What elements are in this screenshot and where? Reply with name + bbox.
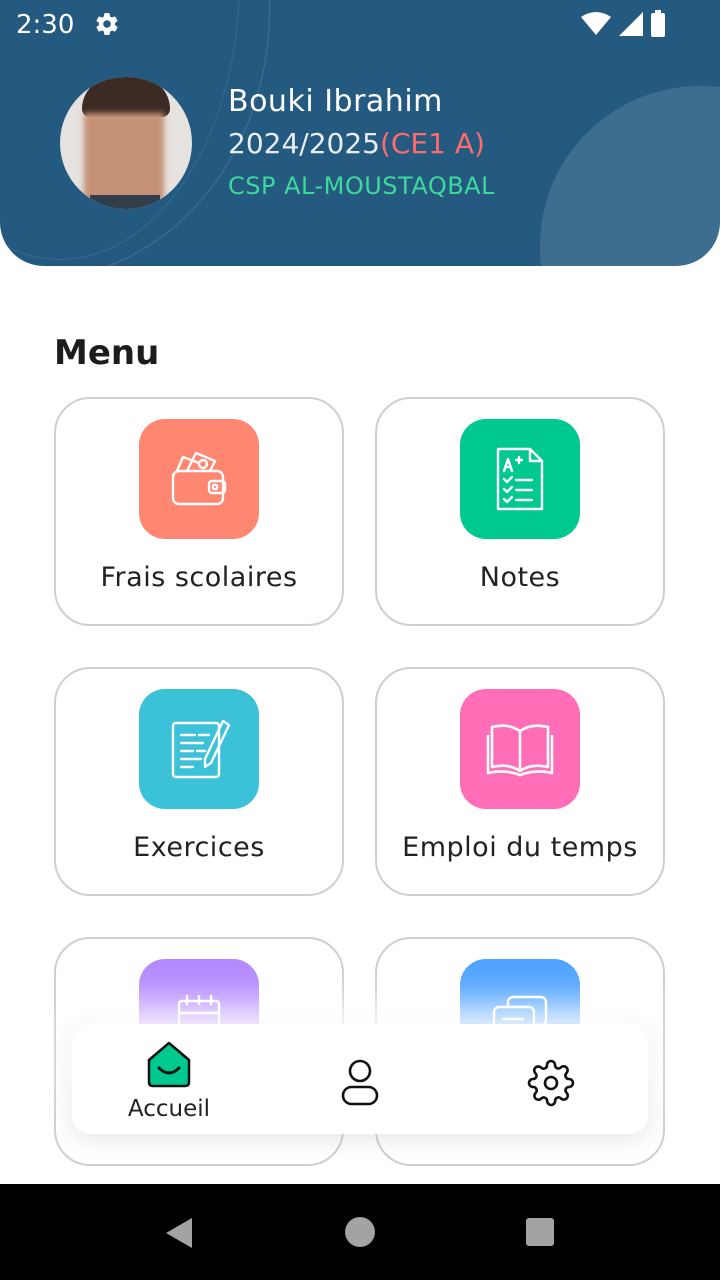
menu-card-label: Notes xyxy=(479,562,561,593)
gear-icon xyxy=(94,11,120,37)
wallet-icon xyxy=(139,419,259,539)
battery-icon xyxy=(650,10,666,42)
nav-settings[interactable] xyxy=(527,1059,575,1111)
menu-card-frais[interactable]: Frais scolaires xyxy=(54,397,344,626)
menu-title: Menu xyxy=(54,333,160,373)
wifi-icon xyxy=(580,11,612,41)
year-text: 2024/2025 xyxy=(228,127,380,160)
menu-card-label: Frais scolaires xyxy=(100,562,298,593)
menu-card-exercices[interactable]: Exercices xyxy=(54,667,344,896)
nav-home-label: Accueil xyxy=(127,1096,211,1122)
open-book-icon xyxy=(460,689,580,809)
nav-home[interactable]: Accueil xyxy=(124,1040,214,1122)
menu-card-emploi[interactable]: Emploi du temps xyxy=(375,667,665,896)
menu-card-label: Emploi du temps xyxy=(402,832,638,863)
avatar[interactable] xyxy=(60,77,192,209)
decorative-circle xyxy=(540,86,720,266)
home-circle-icon[interactable] xyxy=(345,1217,375,1247)
status-time: 2:30 xyxy=(16,10,75,40)
school-year: 2024/2025(CE1 A) xyxy=(228,127,485,160)
nav-profile[interactable] xyxy=(340,1058,380,1110)
profile-header: 2:30 Bouki Ibrahim 2024/2025(CE1 A) CSP … xyxy=(0,0,720,266)
notepad-pencil-icon xyxy=(139,689,259,809)
bottom-nav: Accueil xyxy=(72,1024,648,1134)
back-icon[interactable] xyxy=(164,1216,194,1254)
student-name: Bouki Ibrahim xyxy=(228,84,443,119)
settings-icon xyxy=(527,1059,575,1111)
signal-icon xyxy=(618,11,644,41)
user-icon xyxy=(340,1059,380,1110)
school-name: CSP AL-MOUSTAQBAL xyxy=(228,172,495,200)
menu-card-notes[interactable]: Notes xyxy=(375,397,665,626)
recent-apps-icon[interactable] xyxy=(526,1218,554,1246)
home-icon xyxy=(145,1040,193,1092)
grade-sheet-icon xyxy=(460,419,580,539)
status-bar: 2:30 xyxy=(0,0,720,50)
menu-card-label: Exercices xyxy=(133,832,265,863)
class-text: (CE1 A) xyxy=(379,127,485,160)
